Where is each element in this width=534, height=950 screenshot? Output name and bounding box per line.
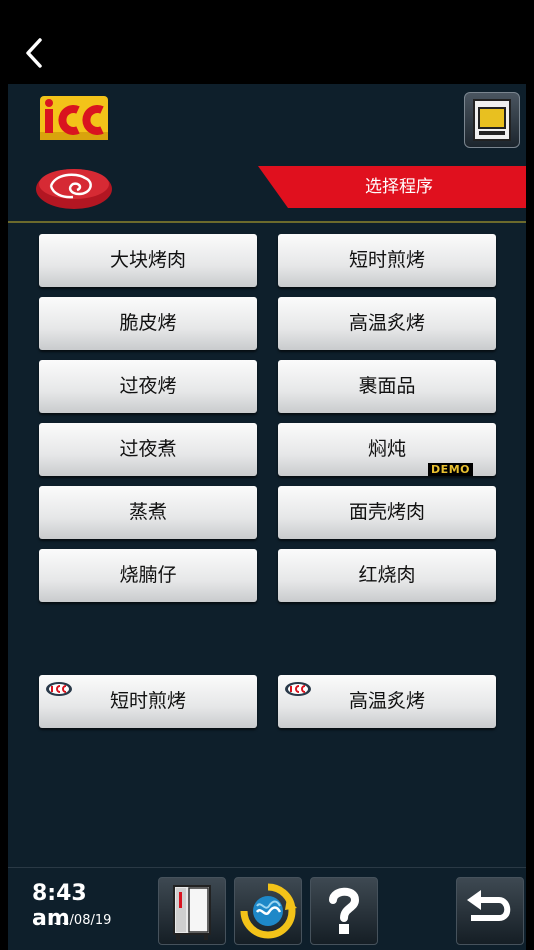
cabinet-view-button[interactable] [158,877,226,945]
program-button[interactable]: 大块烤肉 [39,234,257,287]
cooking-chamber-icon [473,99,511,141]
clock-date: 11/08/19 [53,913,112,928]
icc-logo [40,96,108,140]
back-icon[interactable] [22,36,46,70]
combi-oven-icon [173,885,211,940]
divider [8,221,526,223]
program-button[interactable]: 脆皮烤 [39,297,257,350]
main-panel: 选择程序 大块烤肉 短时煎烤 脆皮烤 高温炙烤 过夜烤 裹面品 过夜煮 焖炖 D… [8,84,526,950]
return-button[interactable] [456,877,524,945]
cleaning-cycle-icon [240,883,297,939]
program-button[interactable]: 烧腩仔 [39,549,257,602]
program-label: 高温炙烤 [348,690,425,712]
care-control-button[interactable] [234,877,302,945]
program-button[interactable]: 裹面品 [278,360,496,413]
program-button[interactable]: 高温炙烤 [278,297,496,350]
top-bar [0,0,534,84]
icc-program-button[interactable]: 短时煎烤 [39,675,257,728]
icc-mini-icon [46,682,72,696]
footer-divider [8,867,526,868]
program-button[interactable]: 红烧肉 [278,549,496,602]
program-label: 短时煎烤 [109,690,186,712]
footer-bar: 8:43 am 11/08/19 [8,867,526,950]
program-label: 焖炖 [367,438,406,460]
cooking-chamber-button[interactable] [464,92,520,148]
meat-category-icon [36,169,112,209]
question-mark-icon [329,887,360,934]
program-button-demo[interactable]: 焖炖 DEMO [278,423,496,476]
program-button[interactable]: 面壳烤肉 [278,486,496,539]
program-button[interactable]: 过夜烤 [39,360,257,413]
return-arrow-icon [467,890,511,921]
program-button[interactable]: 蒸煮 [39,486,257,539]
program-button[interactable]: 过夜煮 [39,423,257,476]
icc-mini-icon [285,682,311,696]
program-button[interactable]: 短时煎烤 [278,234,496,287]
page-title-banner: 选择程序 [258,166,526,208]
demo-badge: DEMO [428,463,473,476]
help-button[interactable] [310,877,378,945]
icc-program-button[interactable]: 高温炙烤 [278,675,496,728]
